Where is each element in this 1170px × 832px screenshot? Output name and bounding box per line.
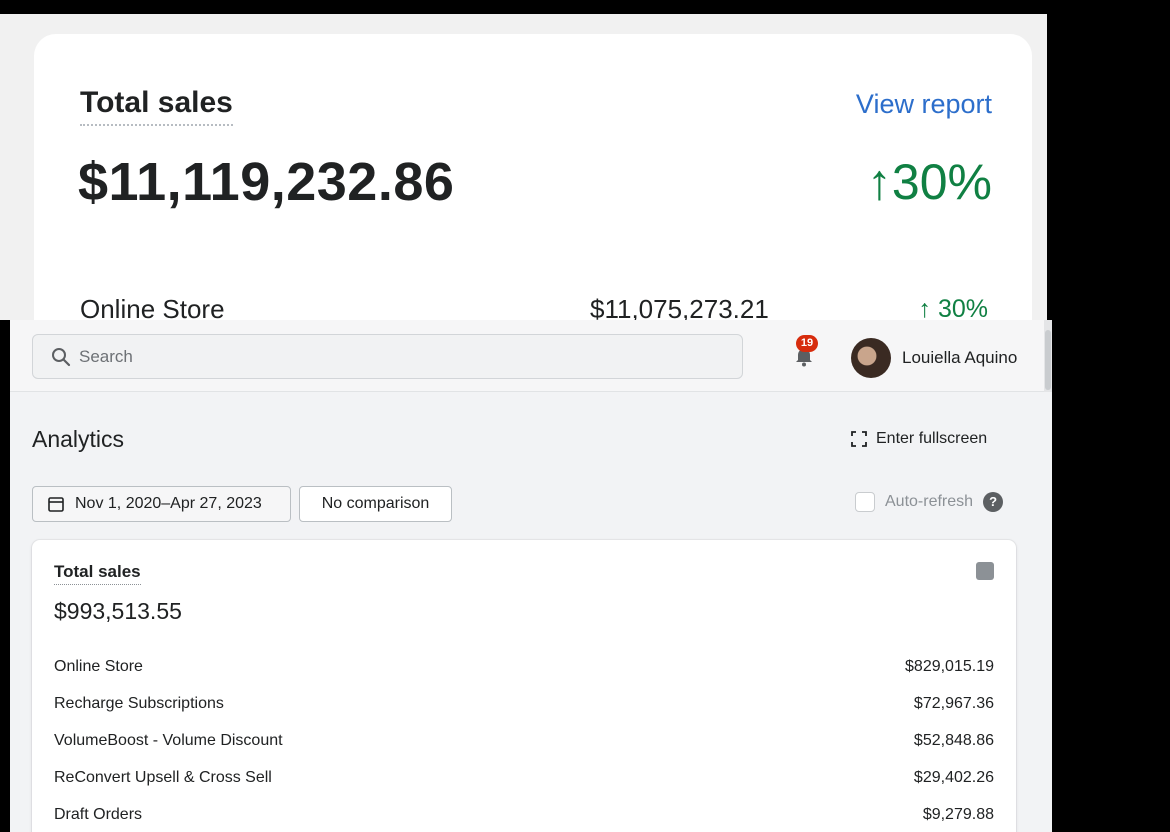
channel-row: VolumeBoost - Volume Discount $52,848.86	[54, 730, 994, 752]
total-sales-card: Total sales $993,513.55 Online Store $82…	[32, 540, 1016, 832]
channel-value: $829,015.19	[905, 658, 994, 675]
date-range-label: Nov 1, 2020–Apr 27, 2023	[75, 495, 262, 512]
calendar-icon	[48, 497, 64, 512]
auto-refresh-checkbox[interactable]	[855, 492, 875, 512]
avatar[interactable]	[851, 338, 891, 378]
channel-value: $9,279.88	[922, 806, 994, 823]
enter-fullscreen-button[interactable]: Enter fullscreen	[850, 428, 987, 450]
notification-badge: 19	[796, 335, 818, 352]
channel-name: ReConvert Upsell & Cross Sell	[54, 769, 272, 786]
channel-row: Online Store $829,015.19	[54, 656, 994, 678]
channel-name: Draft Orders	[54, 806, 143, 823]
total-sales-value: $993,513.55	[54, 598, 182, 624]
auto-refresh-label: Auto-refresh	[885, 493, 974, 510]
fullscreen-label: Enter fullscreen	[876, 430, 988, 447]
zoom-total-sales-card: Total sales View report $11,119,232.86 ↑…	[34, 34, 1032, 334]
comparison-button[interactable]: No comparison	[299, 486, 452, 522]
view-report-link[interactable]: View report	[856, 88, 992, 120]
channel-value: $72,967.36	[913, 695, 994, 712]
channel-row: Draft Orders $9,279.88	[54, 804, 994, 826]
page-title: Analytics	[32, 426, 125, 452]
analytics-screen: Search 19 Louiella Aquino Analytics Ente…	[10, 320, 1052, 832]
fullscreen-icon	[851, 431, 867, 447]
card-title: Total sales	[54, 562, 141, 585]
channel-name: Recharge Subscriptions	[54, 695, 224, 712]
channel-value: $29,402.26	[913, 769, 994, 786]
search-icon	[52, 348, 71, 367]
channel-name: Online Store	[54, 658, 143, 675]
search-input[interactable]: Search	[32, 334, 743, 379]
help-icon[interactable]: ?	[983, 492, 1004, 512]
date-range-button[interactable]: Nov 1, 2020–Apr 27, 2023	[32, 486, 291, 522]
zoom-total-sales-value: $11,119,232.86	[78, 152, 455, 212]
zoom-card-title: Total sales	[80, 86, 233, 126]
zoom-panel: Total sales View report $11,119,232.86 ↑…	[0, 14, 1047, 334]
auto-refresh-control: Auto-refresh ?	[855, 492, 1004, 512]
channel-row: ReConvert Upsell & Cross Sell $29,402.26	[54, 767, 994, 789]
user-name[interactable]: Louiella Aquino	[902, 348, 1017, 368]
channel-row: Recharge Subscriptions $72,967.36	[54, 693, 994, 715]
scrollbar-thumb[interactable]	[1045, 330, 1051, 390]
channel-name: VolumeBoost - Volume Discount	[54, 732, 283, 749]
zoom-total-change: ↑30%	[866, 154, 992, 210]
top-bar: Search 19 Louiella Aquino	[10, 320, 1052, 392]
search-placeholder: Search	[79, 347, 133, 366]
chart-icon[interactable]	[976, 562, 994, 580]
channel-value: $52,848.86	[913, 732, 994, 749]
